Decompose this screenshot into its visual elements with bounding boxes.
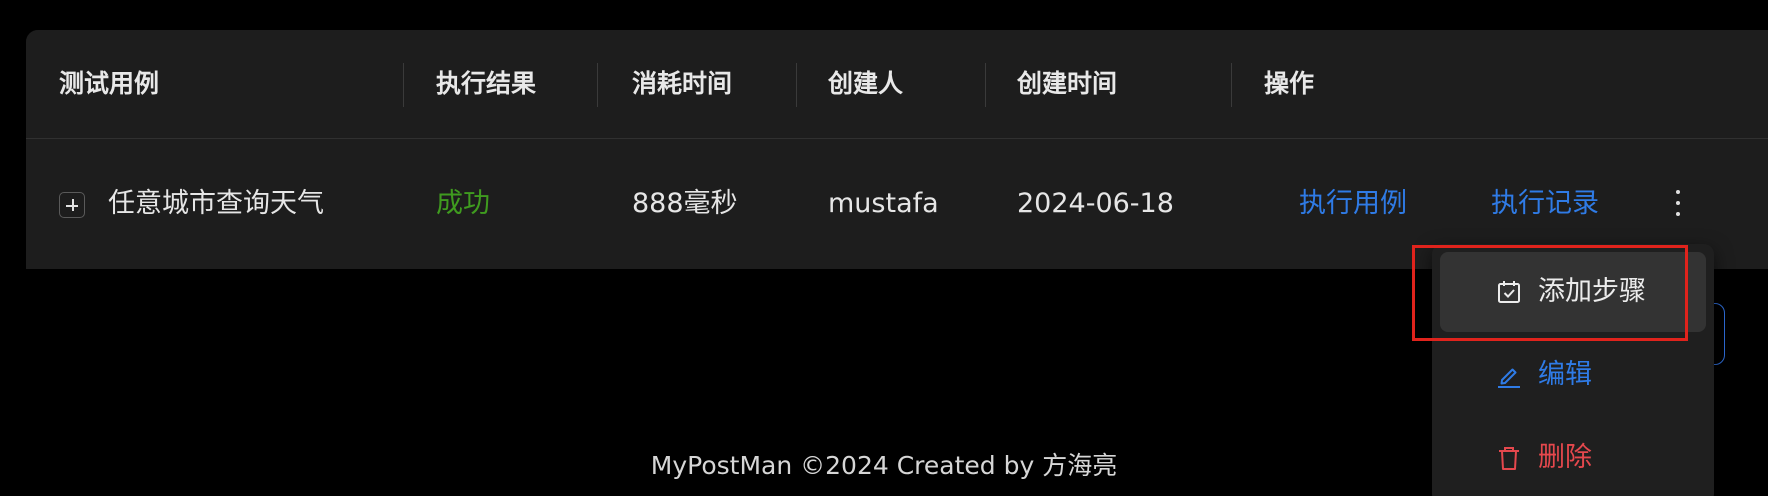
cell-duration: 888毫秒: [632, 188, 738, 219]
table-header: 测试用例 执行结果 消耗时间 创建人 创建时间 操作: [26, 30, 1768, 139]
menu-item-label: 添加步骤: [1538, 276, 1646, 307]
column-header-actions: 操作: [1264, 69, 1315, 98]
column-divider: [1231, 63, 1232, 107]
calendar-check-icon: [1498, 281, 1520, 303]
execute-case-link[interactable]: 执行用例: [1299, 139, 1407, 269]
cell-creator: mustafa: [828, 188, 939, 219]
column-divider: [597, 63, 598, 107]
column-header-test-case: 测试用例: [59, 69, 160, 98]
cell-created-at: 2024-06-18: [1017, 188, 1174, 219]
column-header-creator: 创建人: [828, 69, 904, 98]
footer-copyright: MyPostMan ©2024 Created by 方海亮: [650, 451, 1118, 480]
menu-item-add-step[interactable]: 添加步骤: [1440, 252, 1706, 332]
column-divider: [985, 63, 986, 107]
menu-item-edit[interactable]: 编辑: [1440, 335, 1706, 415]
more-vertical-icon[interactable]: [1668, 179, 1688, 227]
test-case-table: 测试用例 执行结果 消耗时间 创建人 创建时间 操作 任意城市查询天气 成功 8…: [26, 30, 1768, 269]
column-divider: [403, 63, 404, 107]
cell-result: 成功: [436, 188, 490, 219]
page: 测试用例 执行结果 消耗时间 创建人 创建时间 操作 任意城市查询天气 成功 8…: [0, 0, 1768, 496]
column-divider: [796, 63, 797, 107]
edit-pencil-icon: [1498, 368, 1520, 388]
column-header-created-at: 创建时间: [1017, 69, 1118, 98]
expand-row-plus-icon[interactable]: [59, 192, 85, 218]
cell-test-case: 任意城市查询天气: [108, 188, 324, 219]
column-header-result: 执行结果: [436, 69, 537, 98]
column-header-duration: 消耗时间: [632, 69, 733, 98]
menu-item-label: 编辑: [1538, 359, 1592, 390]
